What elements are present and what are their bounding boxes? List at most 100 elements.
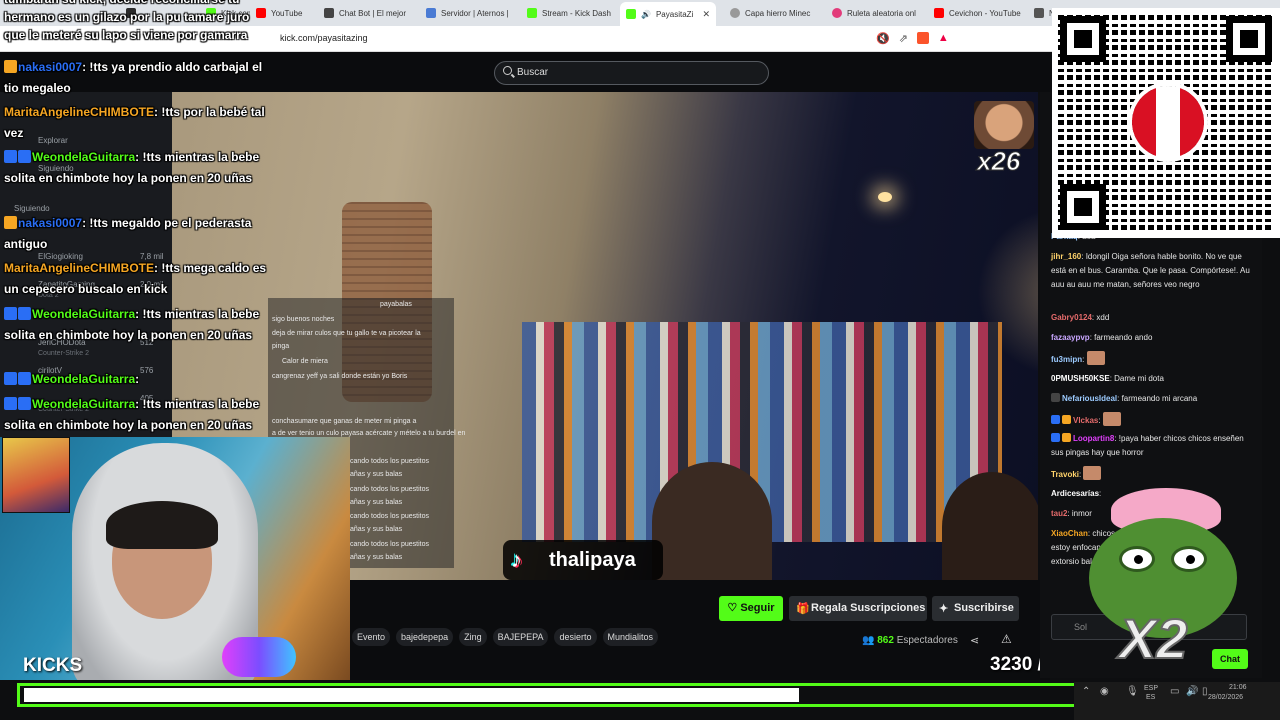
kick-favicon-icon	[527, 8, 537, 18]
follow-button[interactable]: ♡ Seguir	[719, 596, 783, 621]
tag[interactable]: Mundialitos	[602, 628, 659, 646]
video-person	[942, 472, 1038, 580]
video-overlay-line: cangrenaz yeff ya sali donde están yo Bo…	[272, 373, 408, 380]
qr-finder	[1226, 16, 1272, 62]
clock-date[interactable]: 28/02/2026	[1208, 694, 1243, 701]
browser-tab[interactable]: Ruleta aleatoria onl	[826, 3, 924, 23]
vip-badge-icon	[4, 397, 17, 410]
youtube-favicon-icon	[934, 8, 944, 18]
users-icon: 👥	[862, 635, 878, 646]
search-icon	[503, 66, 512, 75]
vip-badge-icon	[18, 150, 31, 163]
video-overlay-line: añas y sus balas	[350, 471, 403, 478]
report-icon[interactable]: ⚠	[1001, 632, 1012, 646]
sidebar-section-following: Siguiendo	[14, 204, 50, 213]
chat-message: fu3mipn:	[1051, 351, 1251, 367]
kick-favicon-icon	[626, 9, 636, 19]
gift-subs-button[interactable]: 🎁 Regala Suscripciones	[789, 596, 927, 621]
chat-message: fazaaypvp: farmeando ando	[1051, 333, 1153, 342]
share-icon[interactable]: ⇗	[899, 32, 908, 45]
peru-flag-icon	[1132, 86, 1204, 158]
vip-badge-icon	[18, 397, 31, 410]
browser-tab[interactable]: Cevichon - YouTube	[928, 3, 1026, 23]
pepe-emote: X2	[1083, 488, 1243, 678]
webcam-feed	[0, 437, 350, 680]
address-bar-icons: 🔇 ⇗ ▲	[876, 32, 949, 45]
search-input[interactable]: Buscar	[494, 61, 769, 85]
overlay-chat-message: tumbaran su kick, decide reconciliarse t…	[4, 0, 250, 42]
overlay-chat-message: WeondelaGuitarra: !tts mientras la bebe …	[4, 397, 260, 432]
video-overlay-line: añas y sus balas	[350, 526, 403, 533]
kicks-goal-fill	[24, 688, 799, 702]
brave-shield-icon[interactable]	[916, 32, 929, 44]
battery-icon[interactable]: ▯	[1202, 686, 1208, 697]
browser-tab-active[interactable]: 🔊PayasitaZing✕	[620, 2, 716, 26]
browser-tab[interactable]: Chat Bot | El mejor	[318, 3, 416, 23]
overlay-chat-message: nakasi0007: !tts megaldo pe el pederasta…	[4, 216, 252, 251]
video-overlay-line: payabalas	[380, 301, 412, 308]
vip-badge-icon	[4, 307, 17, 320]
close-tab-icon[interactable]: ✕	[702, 9, 710, 20]
vip-badge-icon	[4, 150, 17, 163]
chat-message: Loopartin8: !paya haber chicos chicos en…	[1051, 433, 1244, 457]
speaker-icon: 🔊	[641, 9, 651, 19]
emote-icon	[1086, 351, 1105, 365]
pepe-eye	[1119, 546, 1155, 572]
subscribe-button[interactable]: ✦ Suscribirse	[932, 596, 1019, 621]
chat-message: Vlckas:	[1051, 412, 1251, 428]
chat-message: Gabry0124: xdd	[1051, 313, 1110, 322]
chat-message: Travoki:	[1051, 466, 1251, 482]
share-icon[interactable]: ⋖	[970, 634, 979, 647]
vip-badge-icon	[1051, 433, 1060, 442]
emote-icon	[1102, 412, 1121, 426]
volume-icon[interactable]: 🔊	[1186, 686, 1198, 697]
browser-tab[interactable]: Servidor | Aternos |	[420, 3, 518, 23]
url-field[interactable]: kick.com/payasitazing	[280, 33, 368, 43]
gift-icon: 🎁	[796, 603, 810, 615]
overlay-chat-message: nakasi0007: !tts ya prendio aldo carbaja…	[4, 60, 263, 95]
pepe-eye	[1171, 546, 1207, 572]
tag[interactable]: BAJEPEPA	[492, 628, 549, 646]
browser-tab[interactable]: Stream - Kick Dash	[521, 3, 619, 23]
video-person	[652, 462, 772, 580]
crown-badge-icon	[1062, 415, 1071, 424]
video-overlay-line: cando todos los puestitos	[350, 486, 429, 493]
chevron-up-icon[interactable]: ⌃	[1082, 686, 1090, 697]
video-overlay-line: conchasumare que ganas de meter mi pinga…	[272, 418, 417, 425]
tag[interactable]: Zing	[459, 628, 487, 646]
tag[interactable]: Evento	[352, 628, 391, 646]
video-overlay-line: añas y sus balas	[350, 554, 403, 561]
network-icon[interactable]: ▭	[1170, 686, 1179, 697]
vip-badge-icon	[18, 307, 31, 320]
overlay-chat-message: WeondelaGuitarra: !tts mientras la bebe …	[4, 150, 260, 185]
sidebar-channel-category: Counter-Strike 2	[38, 350, 89, 357]
language-indicator[interactable]: ESP	[1144, 685, 1158, 692]
browser-tab[interactable]: N	[1028, 3, 1054, 23]
rewards-triangle-icon[interactable]: ▲	[938, 32, 949, 45]
system-tray: ⌃ ◉ 🎙 ESP ES ▭ 🔊 ▯ 21:06 28/02/2026	[1074, 682, 1280, 720]
webcam-person-hair	[106, 501, 218, 549]
vip-badge-icon	[1051, 415, 1060, 424]
emote-icon	[1083, 466, 1102, 480]
roulette-favicon-icon	[832, 8, 842, 18]
qr-finder	[1060, 16, 1106, 62]
mute-icon[interactable]: 🔇	[876, 32, 890, 45]
clock-time[interactable]: 21:06	[1229, 684, 1247, 691]
tray-icon[interactable]: ◉	[1100, 686, 1109, 697]
mic-icon[interactable]: 🎙	[1126, 686, 1139, 697]
chat-message: jihr_160: Idongil Oiga señora hable boni…	[1051, 252, 1250, 289]
emote-multiplier: x26	[976, 146, 1021, 177]
kicks-label: KICKS	[23, 655, 83, 676]
tag[interactable]: desierto	[554, 628, 597, 646]
laughing-emote	[974, 101, 1034, 149]
badge-icon	[1051, 393, 1060, 402]
browser-tab[interactable]: Capa hierro Minec	[724, 3, 822, 23]
video-overlay-line: sigo buenos noches	[272, 316, 335, 323]
video-overlay-line: a de ver tenio un culo payasa acércate y…	[272, 430, 466, 437]
stream-tags: Evento bajedepepa Zing BAJEPEPA desierto…	[352, 628, 659, 646]
crown-badge-icon	[4, 216, 17, 229]
vip-badge-icon	[18, 372, 31, 385]
tag[interactable]: bajedepepa	[396, 628, 454, 646]
video-overlay-line: cando todos los puestitos	[350, 513, 429, 520]
video-overlay-line: deja de mirar culos que tu gallo te va p…	[272, 330, 421, 337]
